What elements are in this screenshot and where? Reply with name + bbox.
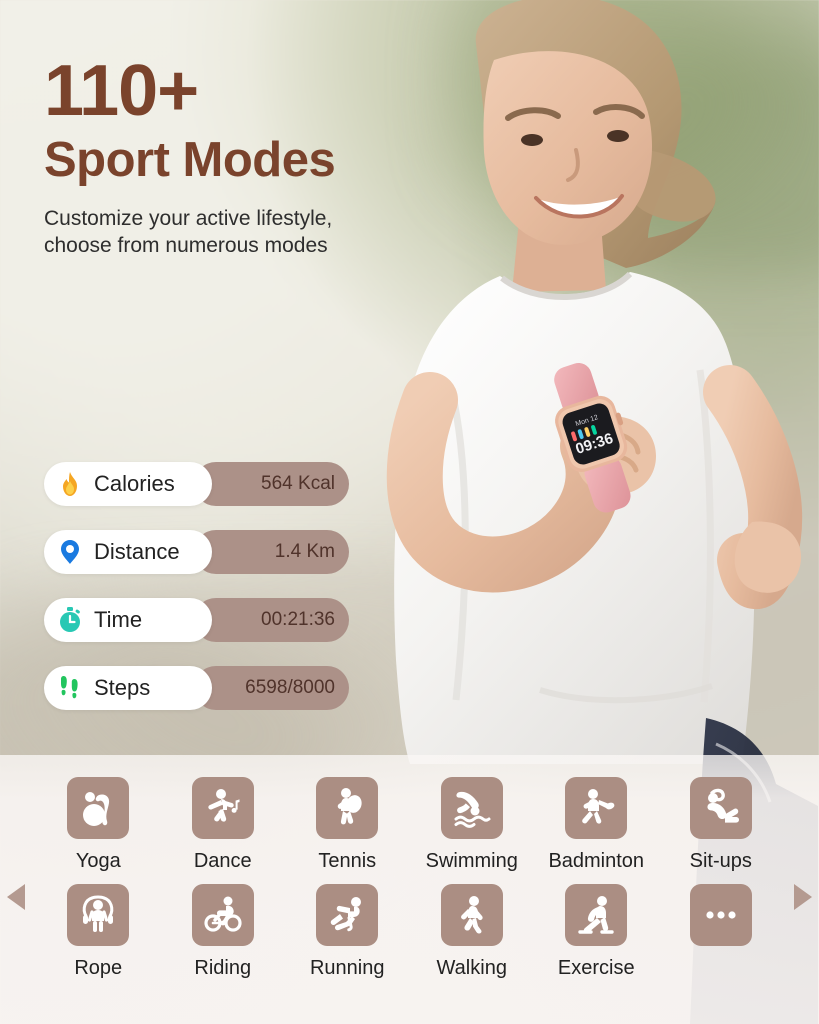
mode-label-rope: Rope: [74, 957, 123, 979]
more-ellipsis-icon: [689, 884, 752, 946]
walking-icon: [440, 884, 503, 946]
footsteps-icon: [57, 675, 83, 701]
sport-modes-panel: Yoga Dance Tennis Swimming Badminton Sit…: [0, 755, 819, 1024]
stat-value-time: 00:21:36: [194, 598, 349, 642]
cycling-icon: [191, 884, 254, 946]
mode-item-rope[interactable]: Rope: [36, 884, 161, 981]
stat-value-distance: 1.4 Km: [194, 530, 349, 574]
triangle-right-icon[interactable]: [794, 884, 812, 910]
situps-icon: [689, 777, 752, 839]
swimming-icon: [440, 777, 503, 839]
stat-label-time: Time: [44, 598, 212, 642]
mode-label-riding: Riding: [194, 957, 252, 979]
jumprope-icon: [67, 884, 130, 946]
stopwatch-icon: [57, 607, 83, 633]
mode-item-tennis[interactable]: Tennis: [285, 777, 410, 874]
yoga-icon: [67, 777, 130, 839]
mode-label-situps: Sit-ups: [689, 850, 752, 872]
mode-item-situps[interactable]: Sit-ups: [659, 777, 784, 874]
stat-row-time: 00:21:36 Time: [44, 598, 354, 642]
headline-description: Customize your active lifestyle, choose …: [44, 206, 333, 257]
sport-mode-count: 110+: [44, 51, 199, 131]
stat-value-calories: 564 Kcal: [194, 462, 349, 506]
stat-label-steps: Steps: [44, 666, 212, 710]
stat-name-calories: Calories: [94, 471, 175, 496]
mode-item-walking[interactable]: Walking: [410, 884, 535, 981]
stat-row-steps: 6598/8000 Steps: [44, 666, 354, 710]
stat-name-distance: Distance: [94, 539, 180, 564]
stat-value-steps: 6598/8000: [194, 666, 349, 710]
mode-label-badminton: Badminton: [548, 850, 645, 872]
stat-label-calories: Calories: [44, 462, 212, 506]
mode-item-riding[interactable]: Riding: [161, 884, 286, 981]
mode-item-dance[interactable]: Dance: [161, 777, 286, 874]
mode-label-walking: Walking: [436, 957, 507, 979]
mode-item-more[interactable]: [659, 884, 784, 981]
stat-row-distance: 1.4 Km Distance: [44, 530, 354, 574]
product-marketing-image: Mon 12 09:36 110+ Sport Modes Customize …: [0, 0, 819, 1024]
location-pin-icon: [57, 539, 83, 565]
mode-label-dance: Dance: [193, 850, 252, 872]
triangle-left-icon[interactable]: [7, 884, 25, 910]
tennis-icon: [316, 777, 379, 839]
mode-item-badminton[interactable]: Badminton: [534, 777, 659, 874]
flame-icon: [57, 471, 83, 497]
mode-item-swimming[interactable]: Swimming: [410, 777, 535, 874]
sport-modes-grid: Yoga Dance Tennis Swimming Badminton Sit…: [36, 777, 783, 981]
running-icon: [316, 884, 379, 946]
badminton-icon: [565, 777, 628, 839]
mode-label-yoga: Yoga: [75, 850, 121, 872]
stat-row-calories: 564 Kcal Calories: [44, 462, 354, 506]
mode-item-exercise[interactable]: Exercise: [534, 884, 659, 981]
stretching-icon: [565, 884, 628, 946]
mode-label-running: Running: [309, 957, 385, 979]
dance-icon: [191, 777, 254, 839]
mode-label-tennis: Tennis: [318, 850, 377, 872]
stat-name-time: Time: [94, 607, 143, 632]
workout-stats-list: 564 Kcal Calories 1.4 Km Distance 00:21:…: [44, 462, 354, 734]
mode-label-exercise: Exercise: [557, 957, 635, 979]
mode-item-yoga[interactable]: Yoga: [36, 777, 161, 874]
stat-label-distance: Distance: [44, 530, 212, 574]
page-title: Sport Modes: [44, 132, 336, 187]
stat-name-steps: Steps: [94, 675, 151, 700]
mode-item-running[interactable]: Running: [285, 884, 410, 981]
mode-label-swimming: Swimming: [425, 850, 518, 872]
headline-block: 110+ Sport Modes Customize your active l…: [44, 51, 474, 260]
